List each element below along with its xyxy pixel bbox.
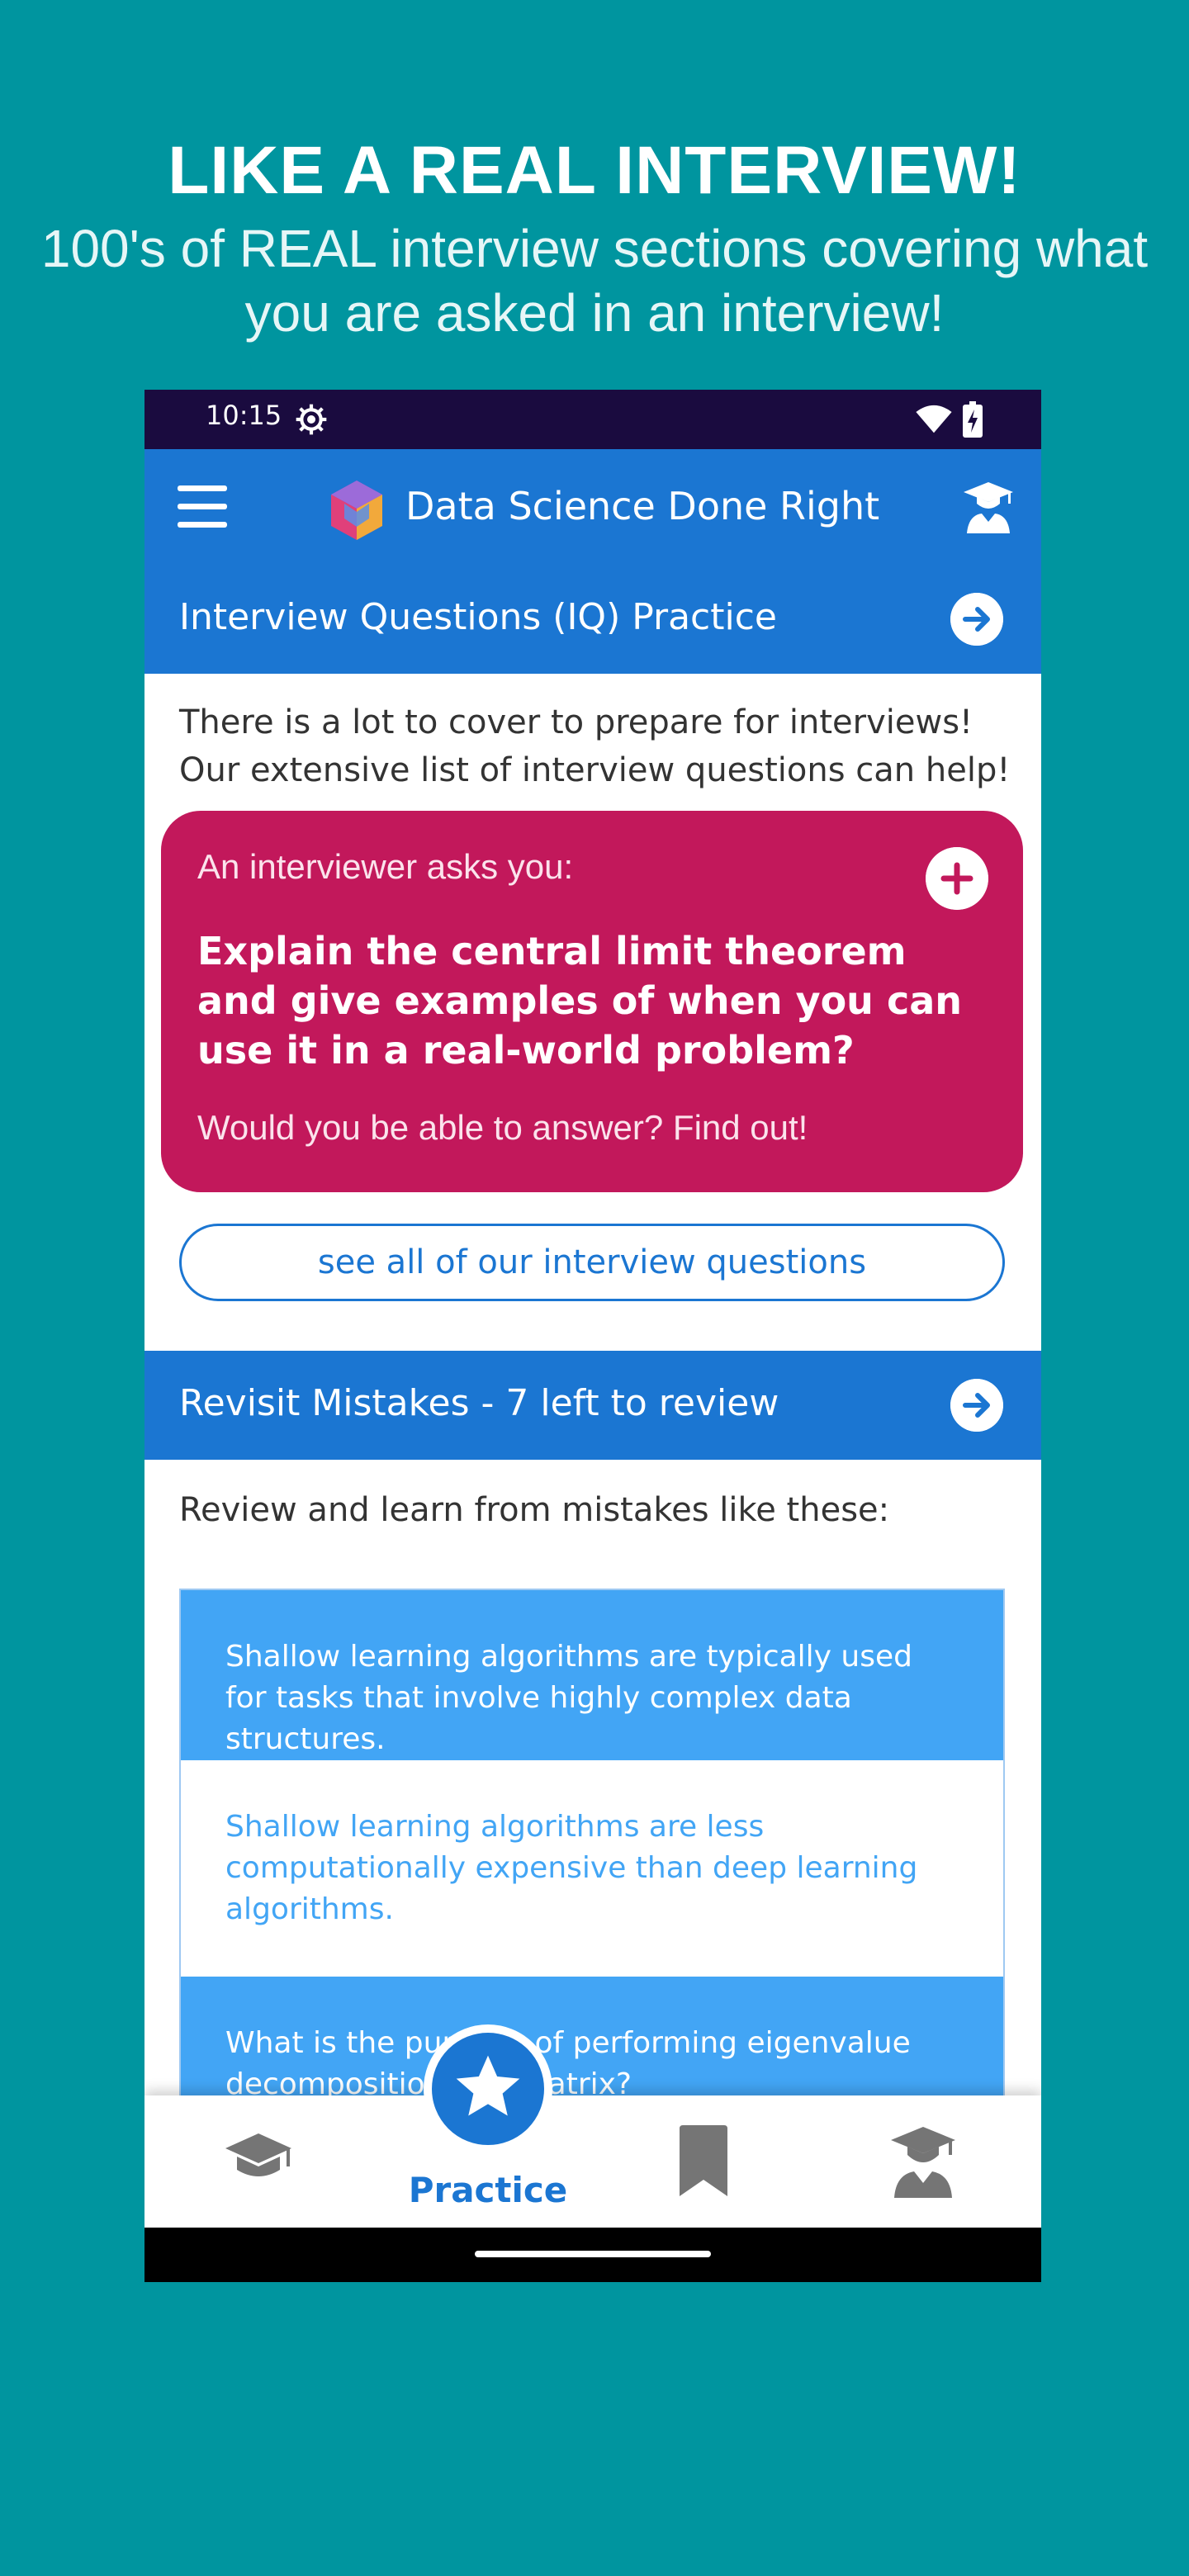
question-card[interactable]: An interviewer asks you: Explain the cen… <box>161 811 1023 1192</box>
iq-section-header[interactable]: Interview Questions (IQ) Practice <box>144 565 1041 674</box>
app-bar: Data Science Done Right <box>144 449 1041 565</box>
promo-subtitle: 100's of REAL interview sections coverin… <box>40 219 1149 343</box>
list-item[interactable]: Shallow learning algorithms are typicall… <box>181 1590 1003 1760</box>
practice-label[interactable]: Practice <box>392 2170 584 2210</box>
app-logo <box>331 481 382 540</box>
school-cap-icon[interactable] <box>224 2130 293 2185</box>
question-card-footer: Would you be able to answer? Find out! <box>197 1108 808 1147</box>
wifi-icon <box>916 405 952 433</box>
iq-intro-text: There is a lot to cover to prepare for i… <box>179 703 1011 789</box>
profile-icon[interactable] <box>889 2125 957 2198</box>
mistakes-section-title: Revisit Mistakes - 7 left to review <box>179 1382 779 1424</box>
menu-icon[interactable] <box>178 485 227 528</box>
arrow-right-icon[interactable] <box>950 593 1003 646</box>
bookmark-icon[interactable] <box>676 2125 731 2198</box>
promo-title: LIKE A REAL INTERVIEW! <box>168 133 1021 208</box>
iq-section-title: Interview Questions (IQ) Practice <box>179 596 777 638</box>
mistakes-section-header[interactable]: Revisit Mistakes - 7 left to review <box>144 1351 1041 1460</box>
bottom-nav <box>144 2095 1041 2228</box>
see-all-questions-button[interactable]: see all of our interview questions <box>179 1224 1005 1301</box>
practice-button[interactable] <box>424 2024 552 2153</box>
review-intro-text: Review and learn from mistakes like thes… <box>179 1491 890 1529</box>
arrow-right-icon[interactable] <box>950 1379 1003 1432</box>
plus-icon[interactable] <box>926 847 988 910</box>
app-title: Data Science Done Right <box>405 484 880 528</box>
settings-icon <box>296 404 327 435</box>
gesture-bar <box>144 2228 1041 2282</box>
status-bar: 10:15 <box>144 390 1041 449</box>
phone-screen: 10:15 Data Science Done Right Interview … <box>144 390 1041 2282</box>
question-text: Explain the central limit theorem and gi… <box>197 929 962 1073</box>
status-time: 10:15 <box>206 400 282 431</box>
home-indicator[interactable] <box>475 2251 711 2257</box>
graduate-icon[interactable] <box>962 481 1015 535</box>
question-card-intro: An interviewer asks you: <box>197 847 574 886</box>
star-icon <box>456 2055 520 2116</box>
list-item[interactable]: Shallow learning algorithms are less com… <box>181 1760 1003 1977</box>
battery-icon <box>963 401 983 438</box>
